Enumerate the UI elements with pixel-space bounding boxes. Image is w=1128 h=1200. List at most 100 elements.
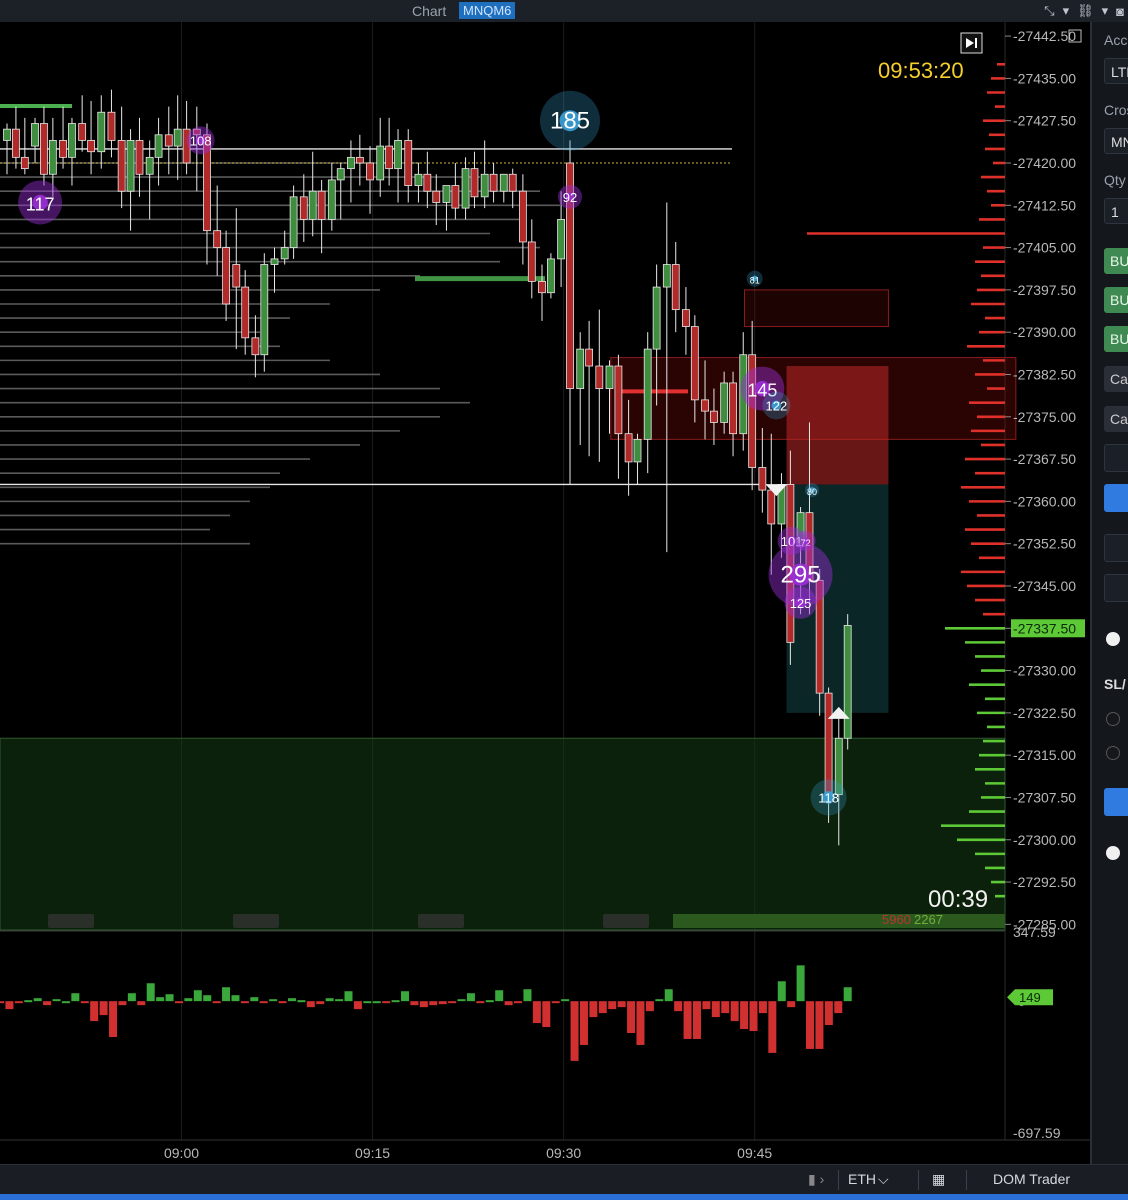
panel-field-blank-2[interactable] (1104, 534, 1128, 562)
cross-select[interactable]: MN (1104, 128, 1128, 154)
delta-bar (514, 1001, 523, 1004)
delta-bar (655, 999, 664, 1002)
delta-bar (33, 998, 42, 1002)
candle-body (508, 173, 517, 192)
candle-body (461, 168, 470, 209)
price-tick-label: -27390.00 (1013, 324, 1076, 340)
delta-bar (721, 1001, 730, 1014)
buy-stop-button[interactable]: BU (1104, 326, 1128, 352)
delta-bar (523, 989, 532, 1002)
price-tick-label: -27397.50 (1013, 282, 1076, 298)
delta-bar (551, 1001, 560, 1004)
delta-bar (344, 991, 353, 1002)
delta-bar (269, 999, 278, 1002)
candle-body (232, 264, 241, 288)
candle-body (576, 348, 585, 389)
delta-bar (222, 987, 231, 1002)
calendar-icon[interactable]: ▦ (932, 1171, 945, 1188)
delta-bar (231, 995, 240, 1002)
account-select[interactable]: LTE (1104, 58, 1128, 84)
delta-bar (250, 997, 259, 1002)
toggle-switch[interactable] (1106, 632, 1120, 646)
bubble-label: 122 (766, 399, 788, 414)
candle-body (164, 134, 173, 147)
candle-body (117, 140, 126, 192)
candle-body (489, 173, 498, 192)
session-marker (603, 914, 649, 928)
delta-bar (617, 1001, 626, 1008)
panel-handle-icon[interactable]: ▮ › (808, 1171, 824, 1188)
session-select[interactable]: ETH (848, 1171, 876, 1187)
candle-body (442, 185, 451, 203)
delta-bar (391, 1000, 400, 1003)
volume-sell: 5960 (882, 912, 911, 927)
candle-body (12, 128, 20, 158)
zone-demand (0, 737, 1006, 931)
time-tick-label: 09:30 (546, 1145, 581, 1161)
dom-trader-button[interactable]: DOM Trader (993, 1171, 1070, 1187)
qty-input[interactable]: 1 (1104, 198, 1128, 224)
candle-body (173, 128, 182, 147)
time-tick-label: 09:45 (737, 1145, 772, 1161)
symbol-badge[interactable]: MNQM6 (459, 2, 516, 19)
candle-body (222, 247, 230, 305)
delta-bar (165, 994, 174, 1002)
toggle-switch-2[interactable] (1106, 846, 1120, 860)
cancel-all-button[interactable]: Car (1104, 406, 1128, 432)
candle-body (720, 382, 729, 423)
delta-bar (466, 993, 475, 1002)
candle-body (97, 111, 106, 153)
panel-field-blank-3[interactable] (1104, 574, 1128, 602)
panel-action-button[interactable] (1104, 484, 1128, 512)
delta-current-label: 149 (1019, 990, 1041, 1005)
delta-bar (504, 1001, 513, 1006)
price-tick-label: -27382.50 (1013, 366, 1076, 382)
chevron-down-icon[interactable]: ▾ (1102, 3, 1109, 19)
chevron-down-icon[interactable]: ⌵ (878, 1171, 889, 1188)
candle-body (251, 337, 260, 356)
delta-bar (363, 1001, 372, 1004)
chevron-down-icon[interactable]: ▾ (1063, 3, 1070, 19)
camera-icon[interactable]: ◙ (1116, 4, 1124, 19)
price-chart[interactable]: 11710818592145122101722951251188180 -274… (0, 22, 1090, 1164)
candle-body (671, 264, 680, 311)
bubble-label: 81 (750, 276, 760, 286)
price-tick-label: -27442.50 (1013, 28, 1076, 44)
panel-submit-button[interactable] (1104, 788, 1128, 816)
delta-bar (109, 1001, 118, 1037)
delta-bar (137, 1001, 146, 1006)
cancel-button[interactable]: Car (1104, 366, 1128, 392)
delta-bar (127, 993, 136, 1002)
candle-body (317, 190, 326, 220)
delta-bar (674, 1001, 683, 1012)
tp-radio[interactable] (1106, 746, 1120, 760)
price-tick-label: -27352.50 (1013, 536, 1076, 552)
candle-body (767, 489, 776, 525)
buy-limit-button[interactable]: BU (1104, 287, 1128, 313)
price-tick-label: -27315.00 (1013, 747, 1076, 763)
link-icon[interactable]: ⛓ (1077, 3, 1094, 19)
candle-body (432, 190, 441, 203)
candle-body (605, 365, 614, 389)
delta-bar (448, 1001, 457, 1004)
buy-market-button[interactable]: BU (1104, 248, 1128, 274)
candle-body (126, 140, 135, 192)
qty-label: Qty (1104, 172, 1126, 188)
account-label: Acco (1104, 32, 1128, 48)
delta-bar (645, 1001, 654, 1012)
delta-bar (636, 1001, 645, 1045)
candle-body (710, 410, 718, 423)
delta-bar (495, 990, 504, 1002)
delta-bar (335, 999, 344, 1002)
delta-bar (382, 1001, 391, 1004)
candle-body (557, 218, 565, 260)
delta-bar (287, 998, 296, 1002)
candle-body (308, 190, 317, 220)
panel-field-blank[interactable] (1104, 444, 1128, 472)
compress-icon[interactable]: ⤡ (1044, 3, 1054, 19)
price-tick-label: -27375.00 (1013, 409, 1076, 425)
sl-radio[interactable] (1106, 712, 1120, 726)
candle-body (643, 348, 652, 440)
delta-bar (146, 983, 155, 1002)
candle-body (527, 241, 536, 282)
